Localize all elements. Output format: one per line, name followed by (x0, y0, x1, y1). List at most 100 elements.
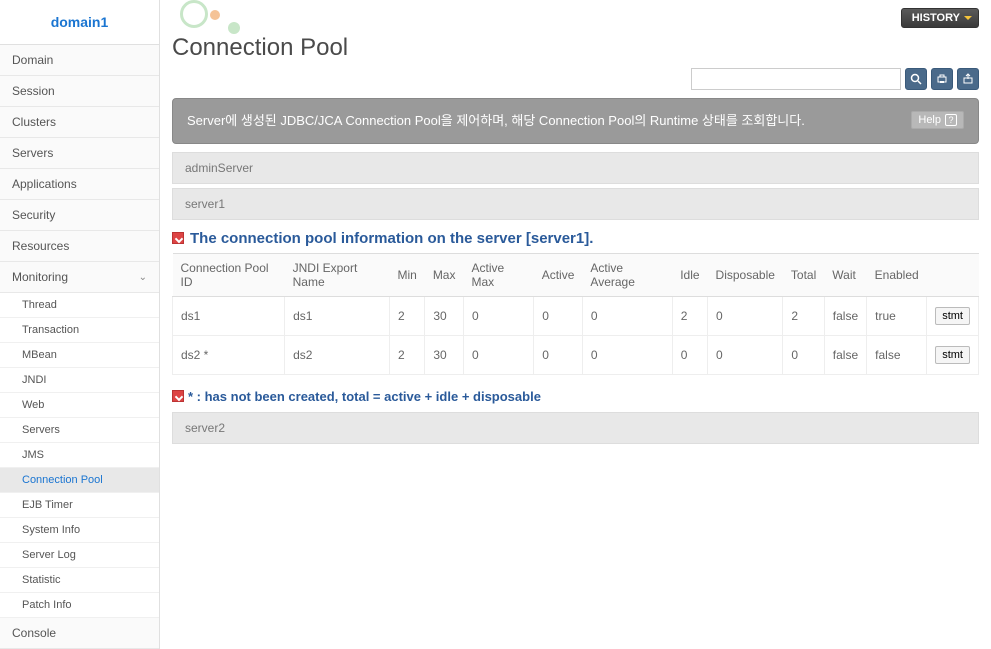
nav-label: Resources (12, 239, 69, 253)
subnav-label: EJB Timer (22, 499, 73, 511)
stmt-button[interactable]: stmt (935, 307, 970, 325)
th-jndi: JNDI Export Name (285, 253, 390, 296)
section-marker-icon (172, 232, 184, 244)
nav-label: Monitoring (12, 270, 68, 284)
cell-total: 0 (783, 335, 824, 374)
subnav-label: JMS (22, 449, 44, 461)
cell-amax: 0 (463, 335, 533, 374)
th-disposable: Disposable (708, 253, 783, 296)
server-row-server1[interactable]: server1 (172, 188, 979, 220)
note-marker-icon (172, 390, 184, 402)
th-id: Connection Pool ID (173, 253, 285, 296)
cell-min: 2 (389, 335, 424, 374)
nav-item-applications[interactable]: Applications (0, 169, 159, 200)
th-max: Max (425, 253, 464, 296)
th-wait: Wait (824, 253, 866, 296)
cell-disp: 0 (708, 296, 783, 335)
th-enabled: Enabled (867, 253, 927, 296)
nav-label: Session (12, 84, 55, 98)
subnav-label: Server Log (22, 549, 76, 561)
section-title: The connection pool information on the s… (190, 230, 593, 247)
cell-wait: false (824, 335, 866, 374)
cell-id: ds2 * (173, 335, 285, 374)
export-icon[interactable] (957, 68, 979, 90)
description-text: Server에 생성된 JDBC/JCA Connection Pool을 제어… (187, 111, 805, 131)
cell-id: ds1 (173, 296, 285, 335)
topbar: HISTORY (172, 8, 979, 28)
nav-item-console[interactable]: Console (0, 618, 159, 649)
subnav-monitoring: Thread Transaction MBean JNDI Web Server… (0, 293, 159, 618)
subnav-label: Connection Pool (22, 474, 103, 486)
chevron-down-icon: ⌄ (139, 272, 147, 283)
cell-idle: 0 (672, 335, 707, 374)
connection-pool-table: Connection Pool ID JNDI Export Name Min … (172, 253, 979, 375)
cell-max: 30 (425, 335, 464, 374)
nav-label: Servers (12, 146, 53, 160)
table-row: ds2 * ds2 2 30 0 0 0 0 0 0 false false s… (173, 335, 979, 374)
cell-active: 0 (534, 296, 583, 335)
subnav-label: MBean (22, 349, 57, 361)
print-icon[interactable] (931, 68, 953, 90)
help-label: Help (918, 114, 941, 126)
nav-label: Clusters (12, 115, 56, 129)
th-idle: Idle (672, 253, 707, 296)
subnav-label: Statistic (22, 574, 61, 586)
server-row-admin[interactable]: adminServer (172, 152, 979, 184)
subnav-item-system-info[interactable]: System Info (0, 518, 159, 543)
search-input[interactable] (691, 68, 901, 90)
domain-title[interactable]: domain1 (0, 0, 159, 45)
cell-active: 0 (534, 335, 583, 374)
nav-item-clusters[interactable]: Clusters (0, 107, 159, 138)
subnav-item-ejb-timer[interactable]: EJB Timer (0, 493, 159, 518)
subnav-item-patch-info[interactable]: Patch Info (0, 593, 159, 618)
nav-item-monitoring[interactable]: Monitoring ⌄ (0, 262, 159, 293)
cell-total: 2 (783, 296, 824, 335)
subnav-label: JNDI (22, 374, 46, 386)
cell-jndi: ds1 (285, 296, 390, 335)
subnav-item-connection-pool[interactable]: Connection Pool (0, 468, 159, 493)
cell-jndi: ds2 (285, 335, 390, 374)
server-row-server2[interactable]: server2 (172, 412, 979, 444)
history-button[interactable]: HISTORY (901, 8, 979, 28)
subnav-item-statistic[interactable]: Statistic (0, 568, 159, 593)
cell-aavg: 0 (582, 296, 672, 335)
subnav-label: Patch Info (22, 599, 72, 611)
th-active-max: Active Max (463, 253, 533, 296)
stmt-button[interactable]: stmt (935, 346, 970, 364)
subnav-item-servers[interactable]: Servers (0, 418, 159, 443)
description-box: Server에 생성된 JDBC/JCA Connection Pool을 제어… (172, 98, 979, 144)
th-action (927, 253, 979, 296)
subnav-item-mbean[interactable]: MBean (0, 343, 159, 368)
table-header-row: Connection Pool ID JNDI Export Name Min … (173, 253, 979, 296)
search-icon[interactable] (905, 68, 927, 90)
nav-item-session[interactable]: Session (0, 76, 159, 107)
subnav-label: System Info (22, 524, 80, 536)
th-active-avg: Active Average (582, 253, 672, 296)
subnav-label: Servers (22, 424, 60, 436)
nav-item-servers[interactable]: Servers (0, 138, 159, 169)
subnav-item-jms[interactable]: JMS (0, 443, 159, 468)
subnav-item-web[interactable]: Web (0, 393, 159, 418)
subnav-label: Transaction (22, 324, 79, 336)
cell-amax: 0 (463, 296, 533, 335)
help-icon: ? (945, 114, 957, 126)
cell-aavg: 0 (582, 335, 672, 374)
subnav-item-thread[interactable]: Thread (0, 293, 159, 318)
nav-label: Security (12, 208, 55, 222)
nav-label: Domain (12, 53, 53, 67)
subnav-item-server-log[interactable]: Server Log (0, 543, 159, 568)
nav-item-security[interactable]: Security (0, 200, 159, 231)
subnav-item-transaction[interactable]: Transaction (0, 318, 159, 343)
sidebar: domain1 Domain Session Clusters Servers … (0, 0, 160, 649)
nav-label: Console (12, 626, 56, 640)
main-content: HISTORY Connection Pool Server에 생성된 JDBC… (160, 0, 991, 649)
cell-wait: false (824, 296, 866, 335)
th-active: Active (534, 253, 583, 296)
help-button[interactable]: Help ? (911, 111, 964, 129)
cell-idle: 2 (672, 296, 707, 335)
nav-item-resources[interactable]: Resources (0, 231, 159, 262)
subnav-item-jndi[interactable]: JNDI (0, 368, 159, 393)
cell-disp: 0 (708, 335, 783, 374)
nav-item-domain[interactable]: Domain (0, 45, 159, 76)
table-row: ds1 ds1 2 30 0 0 0 2 0 2 false true stmt (173, 296, 979, 335)
